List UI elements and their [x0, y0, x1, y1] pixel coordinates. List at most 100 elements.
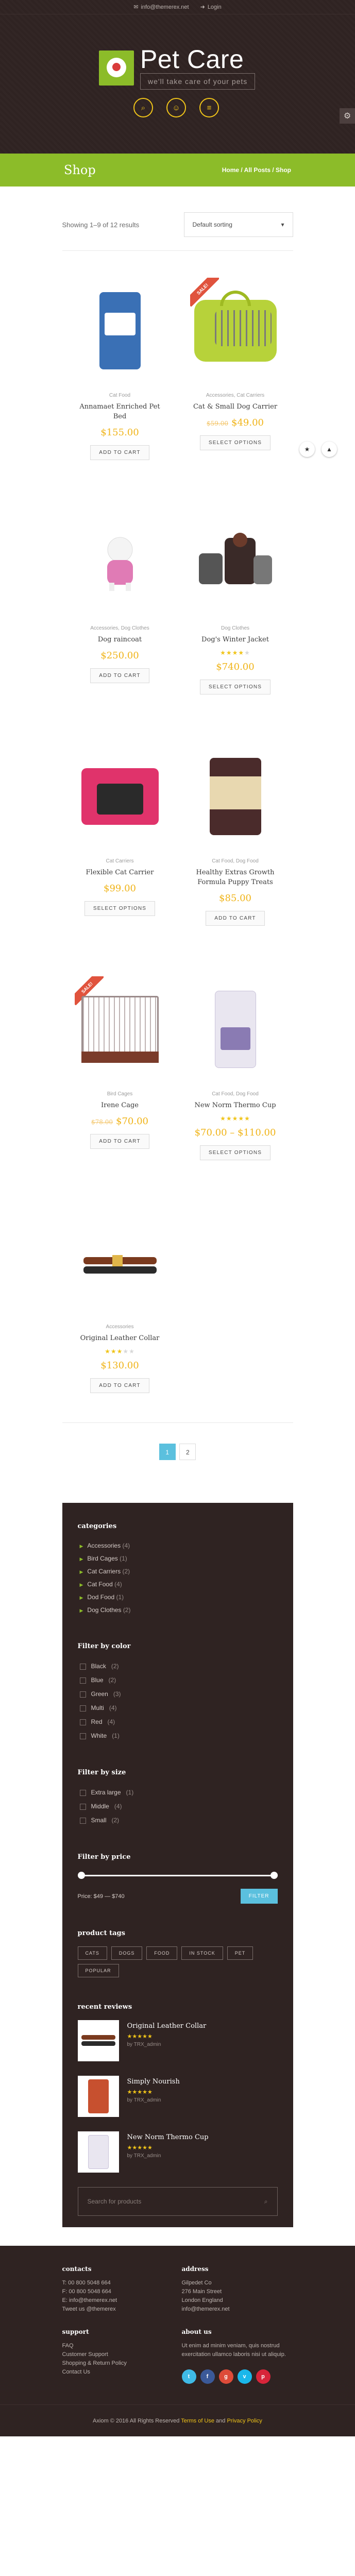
product-name[interactable]: Annamaet Enriched Pet Bed — [62, 402, 178, 422]
select-options-button[interactable]: SELECT OPTIONS — [199, 435, 271, 450]
review-thumbnail[interactable] — [77, 2020, 119, 2061]
google-plus-icon[interactable]: g — [218, 2369, 233, 2384]
star-icon[interactable]: ★ — [299, 442, 315, 457]
review-product-name[interactable]: Simply Nourish — [127, 2078, 180, 2086]
contact-line[interactable]: Tweet us @themerex — [62, 2305, 182, 2314]
select-options-button[interactable]: SELECT OPTIONS — [84, 901, 156, 916]
review-thumbnail[interactable] — [77, 2076, 119, 2117]
product-image[interactable] — [79, 1213, 161, 1311]
product-name[interactable]: Irene Cage — [62, 1101, 178, 1111]
price-slider[interactable] — [77, 1870, 278, 1882]
product-category[interactable]: Accessories, Dog Clothes — [62, 625, 178, 631]
product-category[interactable]: Accessories, Cat Carriers — [178, 393, 293, 398]
product-category[interactable]: Dog Clothes — [178, 625, 293, 631]
product-image[interactable]: SALE! — [190, 278, 277, 380]
support-link[interactable]: Contact Us — [62, 2368, 182, 2377]
add-to-cart-button[interactable]: ADD TO CART — [206, 910, 265, 926]
sort-select[interactable]: Default sorting ▾ — [183, 212, 293, 237]
support-link[interactable]: FAQ — [62, 2342, 182, 2350]
product-category[interactable]: Cat Food — [62, 393, 178, 398]
product-image[interactable] — [79, 515, 161, 613]
category-item[interactable]: ▶ Cat Carriers (2) — [78, 1565, 278, 1578]
gear-icon[interactable]: ⚙ — [340, 108, 355, 124]
page-1-link[interactable]: 1 — [159, 1444, 176, 1460]
select-options-button[interactable]: SELECT OPTIONS — [199, 679, 271, 694]
privacy-link[interactable]: Privacy Policy — [227, 2418, 262, 2424]
product-category[interactable]: Cat Food, Dog Food — [178, 858, 293, 864]
product-name[interactable]: Cat & Small Dog Carrier — [178, 402, 293, 412]
slider-handle-min[interactable] — [77, 1872, 85, 1879]
color-filter-item[interactable]: White (1) — [78, 1729, 278, 1743]
product-name[interactable]: Dog raincoat — [62, 635, 178, 645]
filter-button[interactable]: FILTER — [240, 1889, 278, 1904]
login-icon: ➜ — [200, 4, 205, 10]
vimeo-icon[interactable]: v — [237, 2369, 252, 2384]
color-filter-item[interactable]: Blue (2) — [78, 1673, 278, 1687]
color-filter-item[interactable]: Multi (4) — [78, 1701, 278, 1715]
product-category[interactable]: Bird Cages — [62, 1091, 178, 1097]
address-line[interactable]: info@themerex.net — [182, 2305, 293, 2314]
contact-line[interactable]: E: info@themerex.net — [62, 2296, 182, 2305]
product-image[interactable] — [194, 515, 277, 613]
logo[interactable]: Pet Care we'll take care of your pets — [99, 46, 256, 90]
breadcrumb[interactable]: Home / All Posts / Shop — [222, 166, 291, 174]
tag-link[interactable]: CATS — [77, 1946, 107, 1960]
size-filter-item[interactable]: Extra large (1) — [78, 1786, 278, 1800]
select-options-button[interactable]: SELECT OPTIONS — [199, 1145, 271, 1160]
product-image[interactable]: SALE! — [74, 976, 161, 1078]
pinterest-icon[interactable]: p — [256, 2369, 271, 2384]
support-link[interactable]: Customer Support — [62, 2350, 182, 2359]
product-image[interactable] — [194, 748, 277, 845]
search-icon[interactable]: ⌕ — [133, 98, 153, 117]
product-name[interactable]: Original Leather Collar — [62, 1334, 178, 1344]
product-category[interactable]: Cat Food, Dog Food — [178, 1091, 293, 1097]
color-filter-title: Filter by color — [77, 1642, 131, 1650]
category-item[interactable]: ▶ Bird Cages (1) — [78, 1552, 278, 1565]
category-item[interactable]: ▶ Dod Food (1) — [78, 1591, 278, 1604]
product-card: Cat Food, Dog Food Healthy Extras Growth… — [178, 717, 293, 950]
size-filter-item[interactable]: Middle (4) — [78, 1800, 278, 1814]
menu-icon[interactable]: ≡ — [199, 98, 219, 117]
add-to-cart-button[interactable]: ADD TO CART — [90, 445, 149, 460]
size-filter-item[interactable]: Small (2) — [78, 1814, 278, 1827]
twitter-icon[interactable]: t — [181, 2369, 196, 2384]
category-item[interactable]: ▶ Dog Clothes (2) — [78, 1604, 278, 1617]
page-2-link[interactable]: 2 — [179, 1444, 196, 1460]
scroll-top-icon[interactable]: ▲ — [322, 442, 337, 457]
email-link[interactable]: ✉ info@themerex.net — [133, 4, 189, 11]
category-item[interactable]: ▶ Cat Food (4) — [78, 1578, 278, 1591]
tag-link[interactable]: FOOD — [146, 1946, 178, 1960]
add-to-cart-button[interactable]: ADD TO CART — [90, 668, 149, 683]
support-link[interactable]: Shopping & Return Policy — [62, 2359, 182, 2368]
product-image[interactable] — [79, 282, 161, 380]
facebook-icon[interactable]: f — [200, 2369, 215, 2384]
review-thumbnail[interactable] — [77, 2131, 119, 2173]
login-link[interactable]: ➜ Login — [200, 4, 222, 11]
product-category[interactable]: Cat Carriers — [62, 858, 178, 864]
color-filter-item[interactable]: Green (3) — [78, 1687, 278, 1701]
product-name[interactable]: Healthy Extras Growth Formula Puppy Trea… — [178, 868, 293, 888]
search-icon[interactable]: ⌕ — [264, 2198, 268, 2206]
category-item[interactable]: ▶ Accessories (4) — [78, 1539, 278, 1552]
add-to-cart-button[interactable]: ADD TO CART — [90, 1133, 149, 1149]
product-image[interactable] — [194, 980, 277, 1078]
user-icon[interactable]: ☺ — [166, 98, 186, 117]
slider-handle-max[interactable] — [270, 1872, 278, 1879]
tag-link[interactable]: IN STOCK — [181, 1946, 223, 1960]
tag-link[interactable]: POPULAR — [77, 1964, 119, 1977]
copyright: Axiom © 2016 All Rights Reserved Terms o… — [0, 2404, 355, 2436]
review-product-name[interactable]: Original Leather Collar — [127, 2022, 207, 2030]
product-category[interactable]: Accessories — [62, 1324, 178, 1330]
review-product-name[interactable]: New Norm Thermo Cup — [127, 2133, 209, 2141]
tag-link[interactable]: PET — [227, 1946, 253, 1960]
add-to-cart-button[interactable]: ADD TO CART — [90, 1378, 149, 1393]
product-name[interactable]: Flexible Cat Carrier — [62, 868, 178, 878]
color-filter-item[interactable]: Black (2) — [78, 1659, 278, 1673]
tag-link[interactable]: DOGS — [111, 1946, 143, 1960]
product-name[interactable]: Dog's Winter Jacket — [178, 635, 293, 645]
terms-link[interactable]: Terms of Use — [181, 2418, 214, 2424]
product-name[interactable]: New Norm Thermo Cup — [178, 1101, 293, 1111]
color-filter-item[interactable]: Red (4) — [78, 1715, 278, 1729]
product-image[interactable] — [79, 748, 161, 845]
product-search-input[interactable]: Search for products ⌕ — [77, 2187, 278, 2216]
